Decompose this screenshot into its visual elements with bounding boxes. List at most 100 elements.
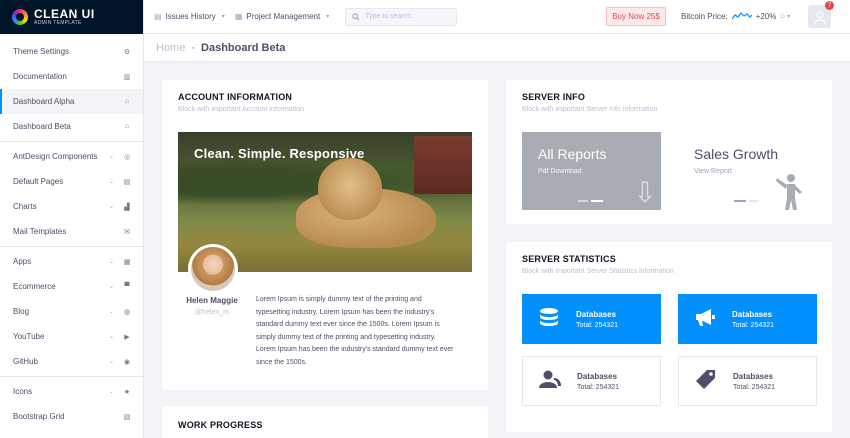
breadcrumb-home[interactable]: Home bbox=[156, 42, 185, 54]
project-management-label: Project Management bbox=[246, 12, 321, 21]
profile-name: Helen Maggie bbox=[186, 296, 238, 305]
card-subtitle: Block with important Server Statistics i… bbox=[522, 268, 674, 275]
project-management-dropdown[interactable]: ▦ Project Management ▾ bbox=[235, 12, 329, 21]
compass-icon: ◎ bbox=[123, 153, 131, 161]
database-icon: ▦ bbox=[123, 258, 131, 266]
page-icon: ▤ bbox=[123, 178, 131, 186]
server-info-card: SERVER INFO Block with important Server … bbox=[506, 80, 832, 224]
sidebar-item-label: Bootstrap Grid bbox=[13, 412, 65, 421]
chevron-down-icon: ⌄ bbox=[108, 389, 114, 395]
card-subtitle: Block with important Account information bbox=[178, 106, 305, 113]
sidebar-item-label: Theme Settings bbox=[13, 47, 70, 56]
sidebar-item-label: Mail Templates bbox=[13, 227, 67, 236]
sidebar-divider bbox=[0, 141, 143, 142]
carousel-dots[interactable] bbox=[734, 200, 759, 202]
topbar: ▤ Issues History ▾ ▦ Project Management … bbox=[144, 0, 850, 34]
all-reports-tile[interactable]: All Reports Pdf Download ⇩ bbox=[522, 132, 661, 210]
person-icon bbox=[773, 172, 805, 218]
bitcoin-price-label: Bitcoin Price: bbox=[681, 11, 728, 21]
chevron-down-icon: ⌄ bbox=[108, 359, 114, 365]
profile-handle: @helen_m bbox=[195, 309, 229, 316]
dribbble-icon: ◍ bbox=[123, 308, 131, 316]
search-input[interactable] bbox=[365, 13, 456, 20]
tag-icon bbox=[679, 368, 733, 395]
card-title: ACCOUNT INFORMATION bbox=[178, 92, 293, 102]
chevron-down-icon: ⌄ bbox=[108, 204, 114, 210]
breadcrumb: Home · Dashboard Beta bbox=[144, 34, 850, 62]
sidebar-item-charts[interactable]: Charts ⌄ ▟ bbox=[0, 194, 143, 219]
issues-history-dropdown[interactable]: ▤ Issues History ▾ bbox=[154, 12, 225, 21]
chevron-down-icon: ▾ bbox=[326, 14, 330, 20]
sidebar-item-ecommerce[interactable]: Ecommerce ⌄ ▀ bbox=[0, 274, 143, 299]
sidebar-item-antdesign-components[interactable]: AntDesign Components ⌄ ◎ bbox=[0, 144, 143, 169]
stat-value: Total: 254321 bbox=[576, 321, 619, 329]
books-icon: ▥ bbox=[123, 73, 131, 81]
mail-icon: ✉ bbox=[124, 228, 130, 236]
gear-icon: ⚙ bbox=[123, 48, 131, 56]
logo-subtitle: ADMIN TEMPLATE bbox=[34, 19, 82, 26]
sales-growth-tile[interactable]: Sales Growth View Report bbox=[678, 132, 817, 210]
card-title: SERVER INFO bbox=[522, 92, 586, 102]
buy-now-button[interactable]: Buy Now 25$ bbox=[606, 7, 666, 26]
chevron-down-icon: ⌄ bbox=[108, 284, 114, 290]
sidebar-item-dashboard-alpha[interactable]: Dashboard Alpha ⌂ bbox=[0, 89, 143, 114]
home-menu-dropdown[interactable]: ⌂ ▾ bbox=[780, 11, 790, 20]
server-statistics-card: SERVER STATISTICS Block with important S… bbox=[506, 242, 832, 432]
sidebar-item-label: AntDesign Components bbox=[13, 152, 98, 161]
sidebar-item-mail-templates[interactable]: Mail Templates ✉ bbox=[0, 219, 143, 244]
logo-title: CLEAN UI bbox=[34, 6, 95, 21]
stat-card-databases[interactable]: Databases Total: 254321 bbox=[522, 356, 661, 406]
sidebar-item-label: YouTube bbox=[13, 332, 45, 341]
sidebar: CLEAN UI ADMIN TEMPLATE Theme Settings ⚙ D… bbox=[0, 0, 144, 438]
logo[interactable]: CLEAN UI ADMIN TEMPLATE bbox=[0, 0, 143, 34]
chevron-down-icon: ⌄ bbox=[108, 309, 114, 315]
home-icon: ⌂ bbox=[124, 123, 130, 130]
chevron-down-icon: ⌄ bbox=[108, 334, 114, 340]
search-icon bbox=[352, 12, 360, 21]
sidebar-item-dashboard-beta[interactable]: Dashboard Beta ⌂ bbox=[0, 114, 143, 139]
hero-title: Clean. Simple. Responsive bbox=[194, 146, 365, 161]
sidebar-item-label: Charts bbox=[13, 202, 37, 211]
stat-value: Total: 254321 bbox=[733, 383, 776, 391]
tile-link[interactable]: Pdf Download bbox=[538, 168, 645, 175]
sidebar-item-icons[interactable]: Icons ⌄ ★ bbox=[0, 379, 143, 404]
home-icon: ⌂ bbox=[124, 98, 130, 105]
sidebar-item-theme-settings[interactable]: Theme Settings ⚙ bbox=[0, 39, 143, 64]
cart-icon: ▀ bbox=[124, 283, 130, 290]
stat-label: Databases bbox=[733, 371, 774, 381]
sidebar-item-documentation[interactable]: Documentation ▥ bbox=[0, 64, 143, 89]
breadcrumb-separator: · bbox=[191, 41, 196, 54]
grid-icon: ▧ bbox=[123, 413, 131, 421]
card-title: SERVER STATISTICS bbox=[522, 254, 616, 264]
card-title: WORK PROGRESS bbox=[178, 420, 263, 430]
database-icon bbox=[522, 306, 576, 333]
bitcoin-price: Bitcoin Price: +20% bbox=[681, 11, 776, 21]
stat-card-databases[interactable]: Databases Total: 254321 bbox=[522, 294, 661, 344]
stat-card-databases[interactable]: Databases Total: 254321 bbox=[678, 294, 817, 344]
sidebar-item-youtube[interactable]: YouTube ⌄ ▶ bbox=[0, 324, 143, 349]
chevron-down-icon: ⌄ bbox=[108, 259, 114, 265]
bitcoin-change: +20% bbox=[755, 11, 777, 21]
sidebar-divider bbox=[0, 376, 143, 377]
breadcrumb-current: Dashboard Beta bbox=[201, 41, 286, 54]
card-subtitle: Block with important Server Info informa… bbox=[522, 106, 658, 113]
chevron-down-icon: ⌄ bbox=[108, 179, 114, 185]
profile-avatar[interactable] bbox=[188, 244, 238, 294]
sidebar-item-apps[interactable]: Apps ⌄ ▦ bbox=[0, 249, 143, 274]
sidebar-item-blog[interactable]: Blog ⌄ ◍ bbox=[0, 299, 143, 324]
database-icon: ▦ bbox=[234, 12, 243, 21]
sidebar-item-default-pages[interactable]: Default Pages ⌄ ▤ bbox=[0, 169, 143, 194]
sidebar-item-label: Dashboard Beta bbox=[13, 122, 71, 131]
notification-badge: 7 bbox=[825, 1, 834, 10]
carousel-dots[interactable] bbox=[578, 200, 603, 202]
chevron-down-icon: ⌄ bbox=[108, 154, 114, 160]
sidebar-item-bootstrap-grid[interactable]: Bootstrap Grid ▧ bbox=[0, 404, 143, 429]
download-icon: ⇩ bbox=[633, 177, 657, 208]
sidebar-item-github[interactable]: GitHub ⌄ ◉ bbox=[0, 349, 143, 374]
tile-title: Sales Growth bbox=[694, 146, 779, 162]
sidebar-item-label: Dashboard Alpha bbox=[13, 97, 75, 106]
sidebar-item-label: Default Pages bbox=[13, 177, 64, 186]
stat-card-databases[interactable]: Databases Total: 254321 bbox=[678, 356, 817, 406]
users-icon bbox=[523, 369, 577, 394]
chart-icon: ▟ bbox=[124, 203, 130, 211]
